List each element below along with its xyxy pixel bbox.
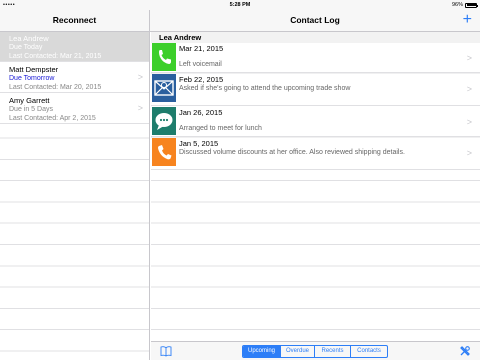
segment-recents[interactable]: Recents <box>315 346 351 357</box>
log-entry-row[interactable]: Jan 26, 2015 Arranged to meet for lunch … <box>151 107 480 137</box>
status-time: 5:28 PM <box>229 2 251 8</box>
person-row-lea-andrew[interactable]: Lea Andrew Due Today Last Contacted: Mar… <box>0 32 149 62</box>
chevron-right-icon: > <box>466 84 472 94</box>
person-last-contacted: Last Contacted: Mar 21, 2015 <box>9 53 102 60</box>
email-icon <box>152 74 176 102</box>
person-due: Due Today <box>9 44 43 51</box>
reconnect-list: Lea Andrew Due Today Last Contacted: Mar… <box>0 32 150 360</box>
phone-icon <box>152 43 176 71</box>
person-name: Lea Andrew <box>9 34 49 43</box>
person-row-matt-dempster[interactable]: Matt Dempster Due Tomorrow Last Contacte… <box>0 63 149 93</box>
log-date: Jan 26, 2015 <box>179 108 223 117</box>
person-due: Due in 5 Days <box>9 106 53 113</box>
person-name: Matt Dempster <box>9 65 59 74</box>
battery-icon <box>465 2 478 8</box>
chat-icon <box>152 107 176 135</box>
book-icon[interactable] <box>160 345 172 357</box>
log-date: Jan 5, 2015 <box>179 139 219 148</box>
status-bar: ••••• 5:28 PM 96% <box>0 0 480 10</box>
person-last-contacted: Last Contacted: Apr 2, 2015 <box>9 115 96 122</box>
chevron-right-icon: > <box>466 117 472 127</box>
person-row-amy-garrett[interactable]: Amy Garrett Due in 5 Days Last Contacted… <box>0 94 149 124</box>
add-log-button[interactable]: + <box>463 11 472 29</box>
phone-icon <box>152 138 176 166</box>
log-note: Arranged to meet for lunch <box>179 125 262 132</box>
bottom-toolbar: Upcoming Overdue Recents Contacts <box>151 341 480 360</box>
log-entry-row[interactable]: Feb 22, 2015 Asked if she's going to att… <box>151 74 480 106</box>
contact-name-header: Lea Andrew <box>159 33 202 42</box>
log-entry-row[interactable]: Jan 5, 2015 Discussed volume discounts a… <box>151 138 480 170</box>
person-due: Due Tomorrow <box>9 75 55 82</box>
segment-upcoming[interactable]: Upcoming <box>243 346 281 357</box>
detail-title: Contact Log <box>290 15 340 25</box>
master-title: Reconnect <box>52 15 97 25</box>
log-note: Discussed volume discounts at her office… <box>179 149 405 156</box>
section-header: Lea Andrew <box>151 32 480 43</box>
master-nav-bar: Reconnect <box>0 10 150 32</box>
person-name: Amy Garrett <box>9 96 50 105</box>
chevron-right-icon: > <box>137 72 143 82</box>
segment-overdue[interactable]: Overdue <box>281 346 315 357</box>
log-note: Asked if she's going to attend the upcom… <box>179 85 351 92</box>
person-last-contacted: Last Contacted: Mar 20, 2015 <box>9 84 102 91</box>
chevron-right-icon: > <box>466 148 472 158</box>
detail-nav-bar: Contact Log + <box>150 10 480 32</box>
log-date: Feb 22, 2015 <box>179 75 224 84</box>
chevron-right-icon: > <box>137 103 143 113</box>
contact-log-panel: Lea Andrew Mar 21, 2015 Left voicemail >… <box>151 32 480 341</box>
log-date: Mar 21, 2015 <box>179 44 224 53</box>
log-note: Left voicemail <box>179 61 222 68</box>
tools-icon[interactable] <box>459 345 471 357</box>
chevron-right-icon: > <box>466 53 472 63</box>
battery-percentage: 96% <box>451 2 463 8</box>
filter-segmented-control: Upcoming Overdue Recents Contacts <box>242 345 388 358</box>
log-entry-row[interactable]: Mar 21, 2015 Left voicemail > <box>151 43 480 73</box>
segment-contacts[interactable]: Contacts <box>351 346 387 357</box>
